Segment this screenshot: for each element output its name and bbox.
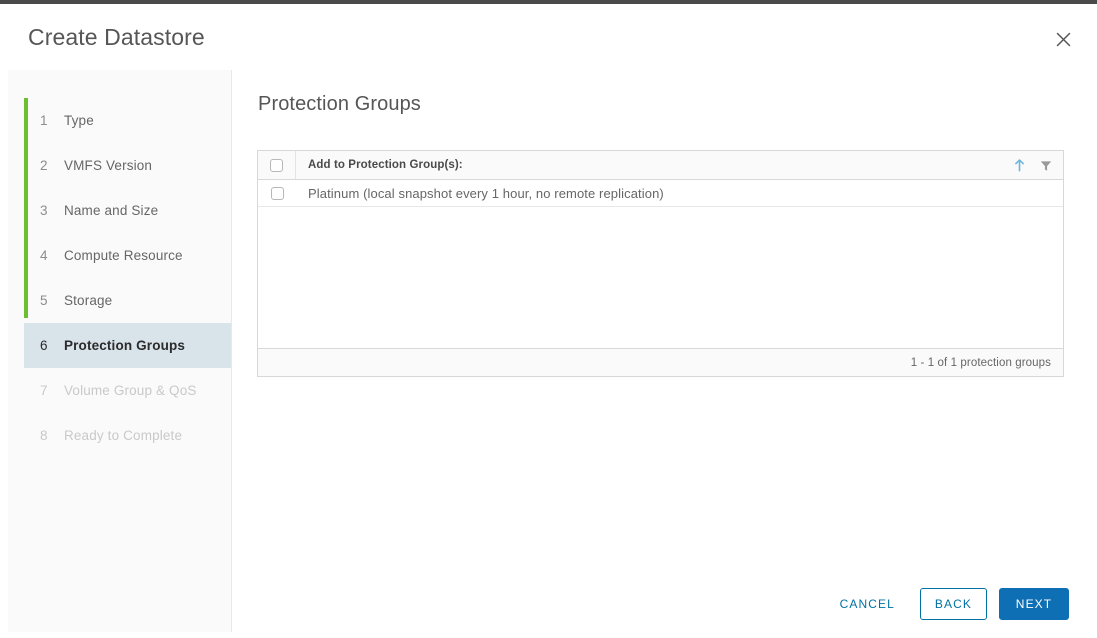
sidebar-item-vmfs-version[interactable]: 2 VMFS Version (8, 143, 231, 188)
sort-ascending-icon[interactable] (1012, 158, 1026, 174)
step-label: Volume Group & QoS (64, 383, 197, 398)
wizard-stepper: 1 Type 2 VMFS Version 3 Name and Size 4 … (8, 70, 232, 632)
sidebar-item-ready-to-complete: 8 Ready to Complete (8, 413, 231, 458)
step-list: 1 Type 2 VMFS Version 3 Name and Size 4 … (8, 98, 231, 458)
sidebar-item-volume-group-qos: 7 Volume Group & QoS (8, 368, 231, 413)
back-button[interactable]: Back (919, 588, 987, 620)
dialog-title: Create Datastore (28, 24, 205, 50)
column-header-protection-group: Add to Protection Group(s): (308, 159, 463, 171)
step-number: 5 (40, 293, 48, 308)
sidebar-item-compute-resource[interactable]: 4 Compute Resource (8, 233, 231, 278)
step-label: Name and Size (64, 203, 159, 218)
step-label: Ready to Complete (64, 428, 183, 443)
row-select-cell (258, 180, 296, 206)
close-icon[interactable] (1049, 25, 1077, 53)
sidebar-item-storage[interactable]: 5 Storage (8, 278, 231, 323)
step-label: Compute Resource (64, 248, 183, 263)
next-button[interactable]: Next (999, 588, 1069, 620)
dialog-header: Create Datastore (0, 4, 1097, 70)
wizard-content-pane: Protection Groups Add to Protection Grou… (233, 70, 1097, 638)
sidebar-item-protection-groups[interactable]: 6 Protection Groups (24, 323, 231, 368)
step-number: 1 (40, 113, 48, 128)
protection-group-name: Platinum (local snapshot every 1 hour, n… (308, 185, 664, 201)
select-all-checkbox[interactable] (270, 158, 283, 172)
sidebar-item-type[interactable]: 1 Type (8, 98, 231, 143)
sidebar-item-name-and-size[interactable]: 3 Name and Size (8, 188, 231, 233)
filter-icon[interactable] (1039, 158, 1053, 174)
datagrid-empty-area (258, 207, 1063, 347)
step-number: 3 (40, 203, 48, 218)
datagrid-header-row: Add to Protection Group(s): (258, 151, 1063, 180)
step-label: VMFS Version (64, 158, 153, 173)
step-label: Storage (64, 293, 113, 308)
create-datastore-dialog: Create Datastore 1 Type 2 VMFS Version 3… (0, 4, 1097, 638)
step-number: 4 (40, 248, 48, 263)
step-number: 8 (40, 428, 48, 443)
table-row[interactable]: Platinum (local snapshot every 1 hour, n… (258, 180, 1063, 207)
step-number: 7 (40, 383, 48, 398)
row-count-label: 1 - 1 of 1 protection groups (910, 356, 1051, 369)
step-label: Type (64, 113, 94, 128)
step-label: Protection Groups (64, 338, 186, 353)
dialog-footer: Cancel Back Next (0, 576, 1097, 632)
page-title: Protection Groups (258, 93, 421, 115)
dialog-body: 1 Type 2 VMFS Version 3 Name and Size 4 … (0, 70, 1097, 638)
select-all-cell (258, 151, 296, 179)
datagrid-footer: 1 - 1 of 1 protection groups (258, 348, 1063, 376)
row-checkbox[interactable] (270, 186, 284, 200)
datagrid-header-actions (1012, 151, 1053, 180)
cancel-button[interactable]: Cancel (827, 589, 908, 619)
step-number: 2 (40, 158, 48, 173)
step-number: 6 (40, 338, 48, 353)
protection-groups-datagrid: Add to Protection Group(s): Platinum (lo… (257, 150, 1064, 377)
